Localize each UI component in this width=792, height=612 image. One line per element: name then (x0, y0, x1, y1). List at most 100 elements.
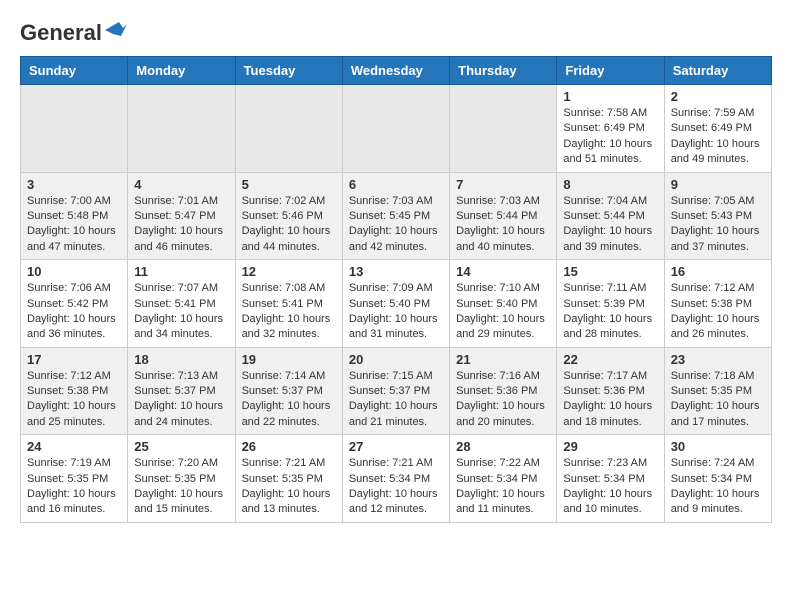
calendar-cell: 30Sunrise: 7:24 AM Sunset: 5:34 PM Dayli… (664, 435, 771, 523)
week-row-4: 17 Sunrise: 7:12 AM Sunset: 5:38 PM Dayli… (21, 347, 772, 435)
calendar-cell: 27 Sunrise: 7:21 AM Sunset: 5:34 PM Dayli… (342, 435, 449, 523)
calendar-cell: 24Sunrise: 7:19 AM Sunset: 5:35 PM Dayli… (21, 435, 128, 523)
day-info: Sunrise: 7:59 AM Sunset: 6:49 PM Dayligh… (671, 106, 765, 168)
day-info: Sunrise: 7:24 AM Sunset: 5:34 PM Dayligh… (671, 456, 765, 518)
day-number: 29 (563, 439, 657, 454)
day-number: 13 (349, 264, 443, 279)
calendar-cell: 20 Sunrise: 7:15 AM Sunset: 5:37 PM Dayli… (342, 347, 449, 435)
calendar-cell: 5Sunrise: 7:02 AM Sunset: 5:46 PM Daylig… (235, 172, 342, 260)
day-info: Sunrise: 7:06 AM Sunset: 5:42 PM Dayligh… (27, 281, 121, 343)
day-number: 6 (349, 177, 443, 192)
day-number: 19 (242, 352, 336, 367)
day-number: 15 (563, 264, 657, 279)
calendar-cell: 25 Sunrise: 7:20 AM Sunset: 5:35 PM Dayli… (128, 435, 235, 523)
weekday-header-monday: Monday (128, 57, 235, 85)
day-info: Sunrise: 7:23 AM Sunset: 5:34 PM Dayligh… (563, 456, 657, 518)
day-info: Sunrise: 7:14 AM Sunset: 5:37 PM Dayligh… (242, 369, 336, 431)
weekday-header-thursday: Thursday (450, 57, 557, 85)
day-info: Sunrise: 7:21 AM Sunset: 5:34 PM Dayligh… (349, 456, 443, 518)
day-info: Sunrise: 7:05 AM Sunset: 5:43 PM Dayligh… (671, 194, 765, 256)
calendar-cell: 17 Sunrise: 7:12 AM Sunset: 5:38 PM Dayli… (21, 347, 128, 435)
day-info: Sunrise: 7:15 AM Sunset: 5:37 PM Dayligh… (349, 369, 443, 431)
day-info: Sunrise: 7:19 AM Sunset: 5:35 PM Dayligh… (27, 456, 121, 518)
day-number: 18 (134, 352, 228, 367)
day-info: Sunrise: 7:58 AM Sunset: 6:49 PM Dayligh… (563, 106, 657, 168)
calendar-cell: 23 Sunrise: 7:18 AM Sunset: 5:35 PM Dayli… (664, 347, 771, 435)
header: General (20, 20, 772, 46)
day-info: Sunrise: 7:17 AM Sunset: 5:36 PM Dayligh… (563, 369, 657, 431)
weekday-header-tuesday: Tuesday (235, 57, 342, 85)
day-info: Sunrise: 7:18 AM Sunset: 5:35 PM Dayligh… (671, 369, 765, 431)
day-number: 11 (134, 264, 228, 279)
day-info: Sunrise: 7:11 AM Sunset: 5:39 PM Dayligh… (563, 281, 657, 343)
day-number: 2 (671, 89, 765, 104)
calendar: SundayMondayTuesdayWednesdayThursdayFrid… (20, 56, 772, 523)
day-info: Sunrise: 7:07 AM Sunset: 5:41 PM Dayligh… (134, 281, 228, 343)
calendar-cell: 12 Sunrise: 7:08 AM Sunset: 5:41 PM Dayli… (235, 260, 342, 348)
calendar-cell (128, 85, 235, 173)
calendar-cell: 16Sunrise: 7:12 AM Sunset: 5:38 PM Dayli… (664, 260, 771, 348)
weekday-header-row: SundayMondayTuesdayWednesdayThursdayFrid… (21, 57, 772, 85)
day-number: 3 (27, 177, 121, 192)
day-number: 20 (349, 352, 443, 367)
day-number: 25 (134, 439, 228, 454)
week-row-2: 3 Sunrise: 7:00 AM Sunset: 5:48 PM Daylig… (21, 172, 772, 260)
calendar-cell: 9 Sunrise: 7:05 AM Sunset: 5:43 PM Daylig… (664, 172, 771, 260)
calendar-cell: 11 Sunrise: 7:07 AM Sunset: 5:41 PM Dayli… (128, 260, 235, 348)
day-number: 10 (27, 264, 121, 279)
day-number: 7 (456, 177, 550, 192)
calendar-cell: 3 Sunrise: 7:00 AM Sunset: 5:48 PM Daylig… (21, 172, 128, 260)
day-info: Sunrise: 7:12 AM Sunset: 5:38 PM Dayligh… (27, 369, 121, 431)
logo-general: General (20, 20, 102, 46)
day-info: Sunrise: 7:03 AM Sunset: 5:44 PM Dayligh… (456, 194, 550, 256)
weekday-header-friday: Friday (557, 57, 664, 85)
day-info: Sunrise: 7:22 AM Sunset: 5:34 PM Dayligh… (456, 456, 550, 518)
day-number: 16 (671, 264, 765, 279)
calendar-cell (235, 85, 342, 173)
calendar-cell: 13 Sunrise: 7:09 AM Sunset: 5:40 PM Dayli… (342, 260, 449, 348)
day-number: 23 (671, 352, 765, 367)
calendar-cell: 19 Sunrise: 7:14 AM Sunset: 5:37 PM Dayli… (235, 347, 342, 435)
day-info: Sunrise: 7:13 AM Sunset: 5:37 PM Dayligh… (134, 369, 228, 431)
day-info: Sunrise: 7:01 AM Sunset: 5:47 PM Dayligh… (134, 194, 228, 256)
calendar-cell: 6 Sunrise: 7:03 AM Sunset: 5:45 PM Daylig… (342, 172, 449, 260)
calendar-cell: 8Sunrise: 7:04 AM Sunset: 5:44 PM Daylig… (557, 172, 664, 260)
day-info: Sunrise: 7:20 AM Sunset: 5:35 PM Dayligh… (134, 456, 228, 518)
day-number: 17 (27, 352, 121, 367)
calendar-cell: 22Sunrise: 7:17 AM Sunset: 5:36 PM Dayli… (557, 347, 664, 435)
calendar-cell: 7 Sunrise: 7:03 AM Sunset: 5:44 PM Daylig… (450, 172, 557, 260)
week-row-3: 10 Sunrise: 7:06 AM Sunset: 5:42 PM Dayli… (21, 260, 772, 348)
day-info: Sunrise: 7:21 AM Sunset: 5:35 PM Dayligh… (242, 456, 336, 518)
week-row-5: 24Sunrise: 7:19 AM Sunset: 5:35 PM Dayli… (21, 435, 772, 523)
day-number: 12 (242, 264, 336, 279)
day-number: 27 (349, 439, 443, 454)
calendar-cell: 4Sunrise: 7:01 AM Sunset: 5:47 PM Daylig… (128, 172, 235, 260)
calendar-cell: 2 Sunrise: 7:59 AM Sunset: 6:49 PM Daylig… (664, 85, 771, 173)
day-info: Sunrise: 7:08 AM Sunset: 5:41 PM Dayligh… (242, 281, 336, 343)
week-row-1: 1 Sunrise: 7:58 AM Sunset: 6:49 PM Daylig… (21, 85, 772, 173)
weekday-header-wednesday: Wednesday (342, 57, 449, 85)
calendar-cell (450, 85, 557, 173)
calendar-cell: 18 Sunrise: 7:13 AM Sunset: 5:37 PM Dayli… (128, 347, 235, 435)
calendar-cell: 28 Sunrise: 7:22 AM Sunset: 5:34 PM Dayli… (450, 435, 557, 523)
day-number: 9 (671, 177, 765, 192)
day-number: 26 (242, 439, 336, 454)
day-number: 14 (456, 264, 550, 279)
day-number: 8 (563, 177, 657, 192)
calendar-cell: 14Sunrise: 7:10 AM Sunset: 5:40 PM Dayli… (450, 260, 557, 348)
calendar-cell: 26 Sunrise: 7:21 AM Sunset: 5:35 PM Dayli… (235, 435, 342, 523)
day-number: 28 (456, 439, 550, 454)
day-info: Sunrise: 7:09 AM Sunset: 5:40 PM Dayligh… (349, 281, 443, 343)
logo-bird-icon (105, 22, 127, 40)
day-info: Sunrise: 7:00 AM Sunset: 5:48 PM Dayligh… (27, 194, 121, 256)
day-number: 5 (242, 177, 336, 192)
calendar-cell: 15 Sunrise: 7:11 AM Sunset: 5:39 PM Dayli… (557, 260, 664, 348)
day-number: 21 (456, 352, 550, 367)
calendar-cell: 21Sunrise: 7:16 AM Sunset: 5:36 PM Dayli… (450, 347, 557, 435)
day-number: 1 (563, 89, 657, 104)
calendar-cell (21, 85, 128, 173)
calendar-cell: 1 Sunrise: 7:58 AM Sunset: 6:49 PM Daylig… (557, 85, 664, 173)
weekday-header-saturday: Saturday (664, 57, 771, 85)
calendar-cell: 29 Sunrise: 7:23 AM Sunset: 5:34 PM Dayli… (557, 435, 664, 523)
day-info: Sunrise: 7:03 AM Sunset: 5:45 PM Dayligh… (349, 194, 443, 256)
